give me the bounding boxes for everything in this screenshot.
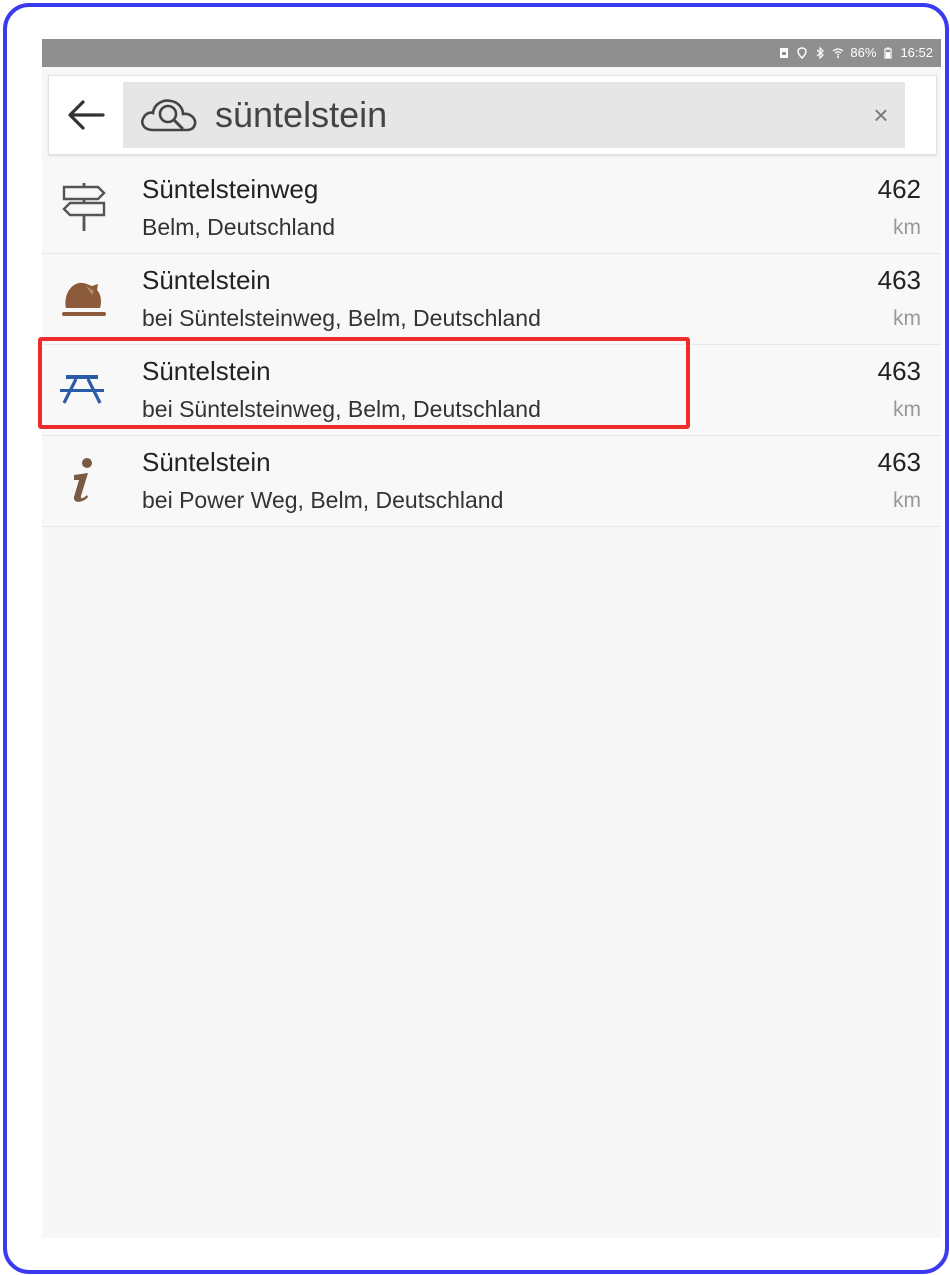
wifi-icon — [833, 47, 844, 58]
result-distance: 462 — [877, 174, 921, 204]
result-distance-unit: km — [893, 216, 921, 239]
result-subtitle: Belm, Deutschland — [142, 214, 336, 240]
battery-percent: 86% — [850, 45, 877, 60]
signpost-icon — [62, 183, 106, 231]
info-icon — [73, 458, 92, 502]
search-query-text: süntelstein — [215, 94, 388, 135]
result-subtitle: bei Süntelsteinweg, Belm, Deutschland — [142, 305, 541, 331]
result-title: Süntelsteinweg — [142, 174, 319, 204]
sim-icon — [780, 47, 789, 58]
boulder-icon — [62, 282, 106, 316]
result-distance-unit: km — [893, 398, 921, 421]
list-item[interactable]: Süntelstein bei Power Weg, Belm, Deutsch… — [42, 436, 941, 527]
battery-icon — [884, 47, 893, 59]
app-screen: 86% 16:52 süntelstein × Süntelsteinweg B… — [42, 39, 941, 1238]
back-arrow-icon[interactable] — [63, 92, 109, 138]
device-frame: 86% 16:52 süntelstein × Süntelsteinweg B… — [3, 3, 949, 1274]
result-title: Süntelstein — [142, 447, 271, 477]
result-title: Süntelstein — [142, 265, 271, 295]
location-icon — [797, 46, 808, 59]
search-input[interactable]: süntelstein × — [123, 82, 905, 148]
result-distance-unit: km — [893, 489, 921, 512]
list-item[interactable]: Süntelsteinweg Belm, Deutschland 462 km — [42, 163, 941, 254]
highlight-box — [38, 337, 690, 429]
search-bar: süntelstein × — [48, 75, 937, 155]
status-icons: 86% 16:52 — [778, 45, 933, 60]
result-distance: 463 — [877, 356, 921, 386]
result-distance: 463 — [877, 447, 921, 477]
online-search-cloud-icon — [141, 99, 197, 132]
status-bar: 86% 16:52 — [42, 39, 941, 67]
clear-search-button[interactable]: × — [861, 95, 901, 135]
status-time: 16:52 — [900, 45, 933, 60]
result-distance-unit: km — [893, 307, 921, 330]
result-subtitle: bei Power Weg, Belm, Deutschland — [142, 487, 504, 513]
list-item[interactable]: Süntelstein bei Süntelsteinweg, Belm, De… — [42, 254, 941, 345]
bluetooth-icon — [817, 46, 825, 59]
result-distance: 463 — [877, 265, 921, 295]
